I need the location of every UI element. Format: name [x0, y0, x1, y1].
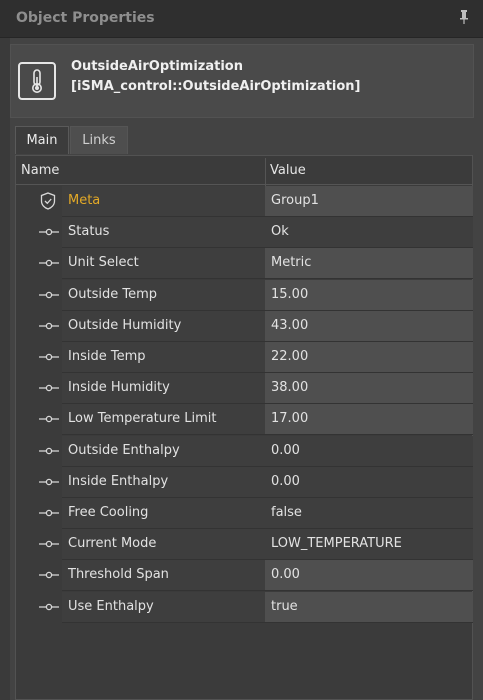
property-row[interactable]: Meta Group1 — [16, 186, 473, 217]
property-row[interactable]: Threshold Span 0.00 — [16, 560, 473, 591]
property-value[interactable]: 22.00 — [271, 349, 308, 364]
property-value[interactable]: 15.00 — [271, 287, 308, 302]
property-row[interactable]: Unit Select Metric — [16, 248, 473, 279]
property-value[interactable]: 43.00 — [271, 318, 308, 333]
property-row[interactable]: Outside Enthalpy 0.00 — [16, 436, 473, 467]
panel-header: Object Properties — [0, 0, 483, 38]
slot-icon — [39, 353, 59, 361]
property-row[interactable]: Outside Temp 15.00 — [16, 280, 473, 311]
property-row[interactable]: Free Cooling false — [16, 498, 473, 529]
property-value[interactable]: 0.00 — [271, 474, 300, 489]
tab-links[interactable]: Links — [70, 126, 128, 154]
property-row[interactable]: Use Enthalpy true — [16, 592, 473, 623]
slot-icon — [39, 291, 59, 299]
slot-icon — [39, 478, 59, 486]
property-name: Status — [68, 224, 110, 239]
property-name: Meta — [68, 193, 101, 208]
panel-title: Object Properties — [16, 10, 155, 26]
property-value[interactable]: 17.00 — [271, 411, 308, 426]
property-name: Use Enthalpy — [68, 599, 154, 614]
object-name: OutsideAirOptimization — [71, 59, 243, 74]
property-value[interactable]: LOW_TEMPERATURE — [271, 536, 402, 551]
property-row[interactable]: Inside Enthalpy 0.00 — [16, 467, 473, 498]
property-name: Outside Enthalpy — [68, 443, 180, 458]
property-value[interactable]: 0.00 — [271, 567, 300, 582]
property-name: Inside Humidity — [68, 380, 170, 395]
property-value[interactable]: Group1 — [271, 193, 319, 208]
property-name: Low Temperature Limit — [68, 411, 217, 426]
slot-icon — [39, 259, 59, 267]
property-row[interactable]: Inside Temp 22.00 — [16, 342, 473, 373]
thermometer-icon — [18, 62, 56, 100]
property-row[interactable]: Current Mode LOW_TEMPERATURE — [16, 529, 473, 560]
property-value-cell[interactable] — [265, 217, 473, 248]
property-name: Free Cooling — [68, 505, 149, 520]
property-name: Outside Humidity — [68, 318, 182, 333]
property-value[interactable]: 0.00 — [271, 443, 300, 458]
slot-icon — [39, 447, 59, 455]
slot-icon — [39, 509, 59, 517]
slot-icon — [39, 571, 59, 579]
property-row[interactable]: Low Temperature Limit 17.00 — [16, 404, 473, 435]
slot-icon — [39, 384, 59, 392]
property-value[interactable]: Metric — [271, 255, 311, 270]
property-value[interactable]: true — [271, 599, 298, 614]
property-row[interactable]: Outside Humidity 43.00 — [16, 311, 473, 342]
column-header-name[interactable]: Name — [21, 160, 59, 182]
property-name: Current Mode — [68, 536, 157, 551]
slot-icon — [39, 322, 59, 330]
tab-main[interactable]: Main — [15, 126, 69, 154]
slot-icon — [39, 415, 59, 423]
property-value[interactable]: 38.00 — [271, 380, 308, 395]
column-divider[interactable] — [265, 158, 266, 186]
property-name: Inside Temp — [68, 349, 146, 364]
pin-icon[interactable] — [459, 10, 469, 24]
object-type: [iSMA_control::OutsideAirOptimization] — [71, 79, 361, 94]
property-name: Outside Temp — [68, 287, 157, 302]
property-name: Inside Enthalpy — [68, 474, 169, 489]
header-divider — [16, 184, 473, 185]
property-row[interactable]: Inside Humidity 38.00 — [16, 373, 473, 404]
property-value[interactable]: Ok — [271, 224, 289, 239]
column-header-value[interactable]: Value — [270, 160, 306, 182]
slot-icon — [39, 228, 59, 236]
property-row[interactable]: Status Ok — [16, 217, 473, 248]
property-name: Threshold Span — [68, 567, 169, 582]
slot-icon — [39, 540, 59, 548]
property-value[interactable]: false — [271, 505, 302, 520]
shield-check-icon — [40, 192, 56, 210]
slot-icon — [39, 603, 59, 611]
property-name: Unit Select — [68, 255, 139, 270]
